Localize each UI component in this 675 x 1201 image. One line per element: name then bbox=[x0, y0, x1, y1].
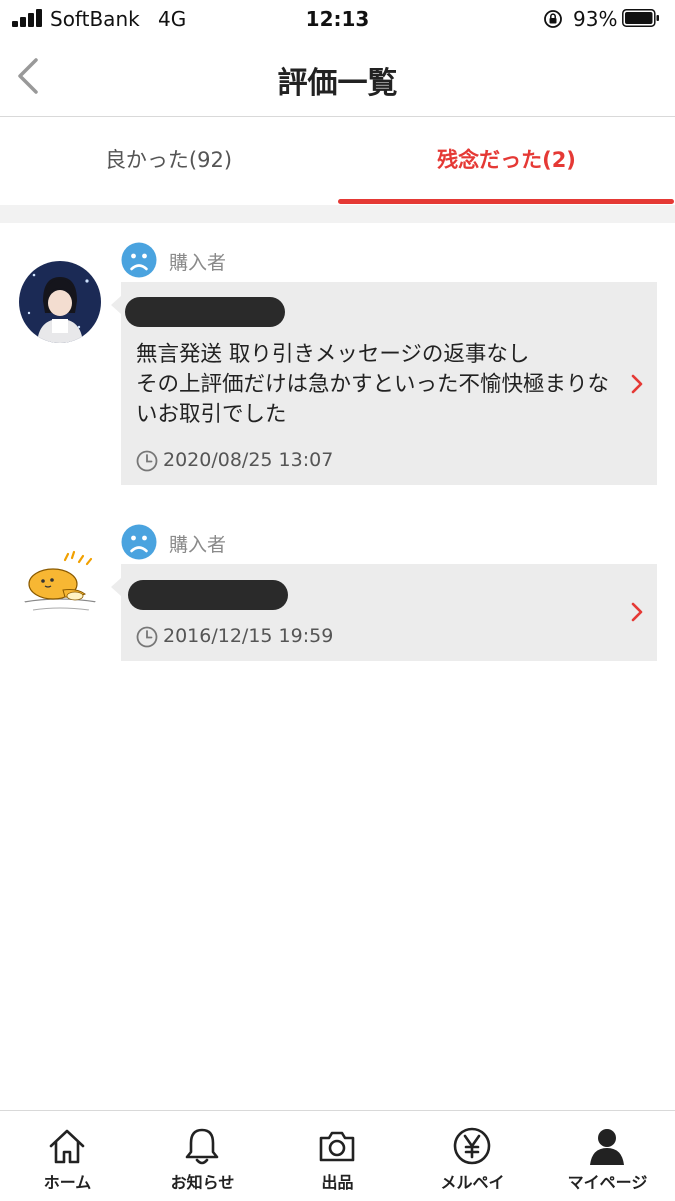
avatar-image bbox=[19, 261, 101, 343]
yen-icon bbox=[453, 1127, 491, 1165]
review-comment-card[interactable]: 無言発送 取り引きメッセージの返事なし その上評価だけは急かすといった不愉快極ま… bbox=[111, 282, 657, 485]
review-item: 購入者 無言発送 取り引きメッセージの返事なし その上評価だけは急かすといった不… bbox=[0, 223, 675, 493]
review-date-text: 2016/12/15 19:59 bbox=[163, 625, 334, 647]
avatar[interactable] bbox=[19, 540, 101, 622]
review-comment: 無言発送 取り引きメッセージの返事なし その上評価だけは急かすといった不愉快極ま… bbox=[136, 342, 610, 427]
reviewer-role: 購入者 bbox=[169, 534, 227, 556]
tab-listing-label: 出品 bbox=[321, 1173, 354, 1192]
tab-bad[interactable]: 残念だった(2) bbox=[338, 117, 675, 205]
tab-mypage-label: マイページ bbox=[567, 1173, 648, 1192]
avatar[interactable] bbox=[19, 261, 101, 343]
rating-tabs: 良かった(92) 残念だった(2) bbox=[0, 117, 675, 205]
tab-listing[interactable]: 出品 bbox=[270, 1111, 405, 1201]
tab-good[interactable]: 良かった(92) bbox=[0, 117, 337, 205]
battery-icon bbox=[622, 9, 659, 27]
review-date-text: 2020/08/25 13:07 bbox=[163, 449, 334, 471]
chevron-right-icon bbox=[631, 374, 643, 394]
person-icon bbox=[590, 1129, 624, 1165]
redacted-username bbox=[125, 297, 285, 327]
sad-face-icon bbox=[121, 524, 157, 560]
tab-merpay[interactable]: メルペイ bbox=[405, 1111, 540, 1201]
battery-percent: 93% bbox=[573, 7, 618, 31]
clock-icon bbox=[136, 626, 158, 648]
tab-home-label: ホーム bbox=[43, 1173, 92, 1192]
avatar-image bbox=[19, 540, 101, 622]
bell-icon bbox=[185, 1128, 219, 1165]
active-tab-indicator bbox=[338, 199, 674, 204]
tab-merpay-label: メルペイ bbox=[440, 1173, 505, 1192]
page-title: 評価一覧 bbox=[277, 66, 398, 101]
home-icon bbox=[49, 1129, 85, 1164]
tab-notifications[interactable]: お知らせ bbox=[135, 1111, 270, 1201]
navigation-bar: 評価一覧 bbox=[0, 38, 675, 117]
review-comment-card[interactable]: 2016/12/15 19:59 bbox=[111, 564, 657, 661]
chevron-right-icon bbox=[631, 602, 643, 622]
rotation-lock-icon bbox=[544, 10, 562, 28]
sad-face-icon bbox=[121, 242, 157, 278]
tab-home[interactable]: ホーム bbox=[0, 1111, 135, 1201]
tab-notifications-label: お知らせ bbox=[170, 1173, 235, 1192]
review-item: 購入者 2016/12/15 19:59 bbox=[0, 505, 675, 665]
reviewer-role: 購入者 bbox=[169, 252, 227, 274]
redacted-username bbox=[128, 580, 288, 610]
tab-mypage[interactable]: マイページ bbox=[540, 1111, 675, 1201]
section-divider bbox=[0, 205, 675, 223]
camera-icon bbox=[319, 1131, 355, 1162]
clock-icon bbox=[136, 450, 158, 472]
status-bar: SoftBank 4G 12:13 93% bbox=[0, 0, 675, 38]
bottom-tab-bar: ホーム お知らせ 出品 メルペイ マイページ bbox=[0, 1110, 675, 1201]
